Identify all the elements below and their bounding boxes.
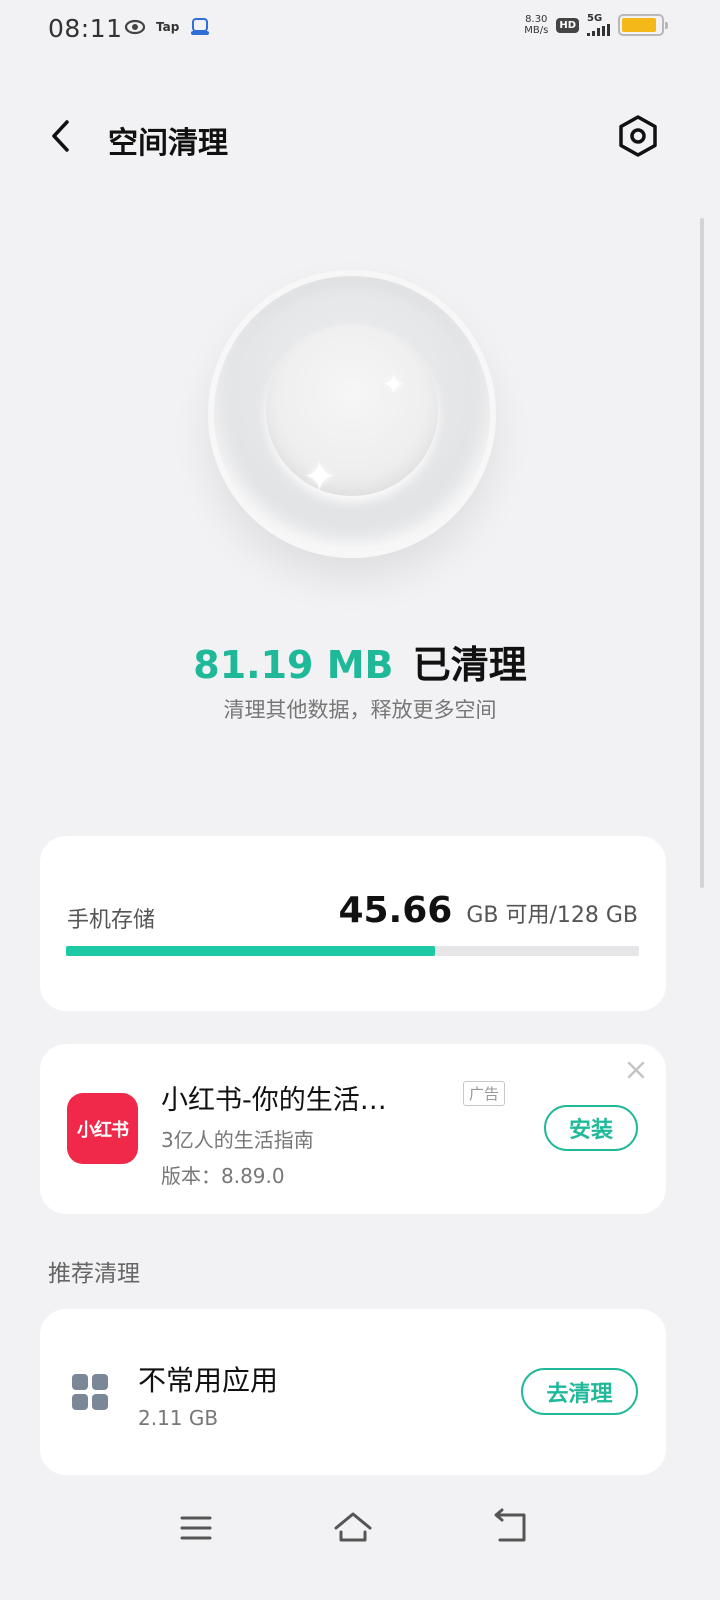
status-indicators: 8.30 MB/s HD 5G (524, 14, 668, 36)
cleaned-amount: 81.19 MB (193, 643, 394, 687)
hd-voice-icon: HD (556, 17, 579, 33)
header: 空间清理 (0, 100, 720, 180)
sparkle-icon: ✦ (302, 452, 338, 501)
install-button[interactable]: 安装 (544, 1105, 638, 1151)
storage-label: 手机存储 (67, 908, 156, 933)
clean-button[interactable]: 去清理 (521, 1368, 638, 1415)
scrollbar[interactable] (700, 218, 704, 888)
notification-icons: Tap (124, 16, 211, 38)
cleaned-subtitle: 清理其他数据，释放更多空间 (223, 698, 497, 722)
cleaned-summary: 81.19 MB 已清理 (0, 634, 720, 689)
status-bar: 08:11 Tap 8.30 MB/s HD 5G (0, 0, 720, 60)
storage-progress-bar (66, 946, 639, 956)
list-item[interactable]: 不常用应用 2.11 GB 去清理 (40, 1309, 666, 1475)
ad-badge: 广告 (463, 1081, 506, 1106)
recommend-section-title: 推荐清理 (48, 1261, 140, 1287)
sparkle-icon: ✦ (382, 368, 406, 401)
navigation-bar (0, 1490, 720, 1570)
battery-icon (618, 14, 668, 36)
clean-bowl-illustration: ✦ ✦ (208, 270, 496, 558)
chevron-left-icon[interactable] (40, 114, 84, 158)
tap-app-icon: Tap (156, 20, 180, 34)
ad-title[interactable]: 小红书-你的生活… (161, 1078, 387, 1117)
ad-description: 3亿人的生活指南 (161, 1128, 314, 1152)
signal-icon: 5G (587, 14, 610, 36)
home-icon[interactable] (331, 1506, 375, 1550)
cleaned-label: 已清理 (412, 643, 527, 687)
bowl-inner (266, 324, 438, 496)
battery-level (622, 18, 657, 32)
xiaohongshu-app-icon[interactable]: 小红书 (67, 1093, 138, 1164)
storage-value: 45.66 GB 可用/128 GB (338, 890, 638, 931)
app-notification-icon (191, 18, 210, 35)
menu-icon[interactable] (174, 1506, 218, 1550)
close-icon[interactable] (624, 1058, 648, 1082)
storage-unit: GB 可用/128 GB (466, 903, 638, 928)
network-speed: 8.30 MB/s (524, 14, 549, 36)
storage-card[interactable]: 手机存储 45.66 GB 可用/128 GB (40, 836, 666, 1011)
storage-free-value: 45.66 (338, 890, 453, 931)
back-icon[interactable] (488, 1506, 532, 1550)
storage-progress-fill (66, 946, 435, 956)
apps-grid-icon (72, 1374, 108, 1410)
status-time: 08:11 (48, 14, 123, 43)
page-title: 空间清理 (108, 126, 228, 161)
ad-version: 版本：8.89.0 (161, 1164, 285, 1188)
rec-item-size: 2.11 GB (138, 1406, 219, 1430)
rec-item-title: 不常用应用 (138, 1364, 279, 1397)
ad-card[interactable]: 小红书 小红书-你的生活… 广告 3亿人的生活指南 版本：8.89.0 安装 (40, 1044, 666, 1214)
settings-hexagon-icon[interactable] (616, 114, 660, 158)
app-notification-icon (124, 19, 146, 35)
